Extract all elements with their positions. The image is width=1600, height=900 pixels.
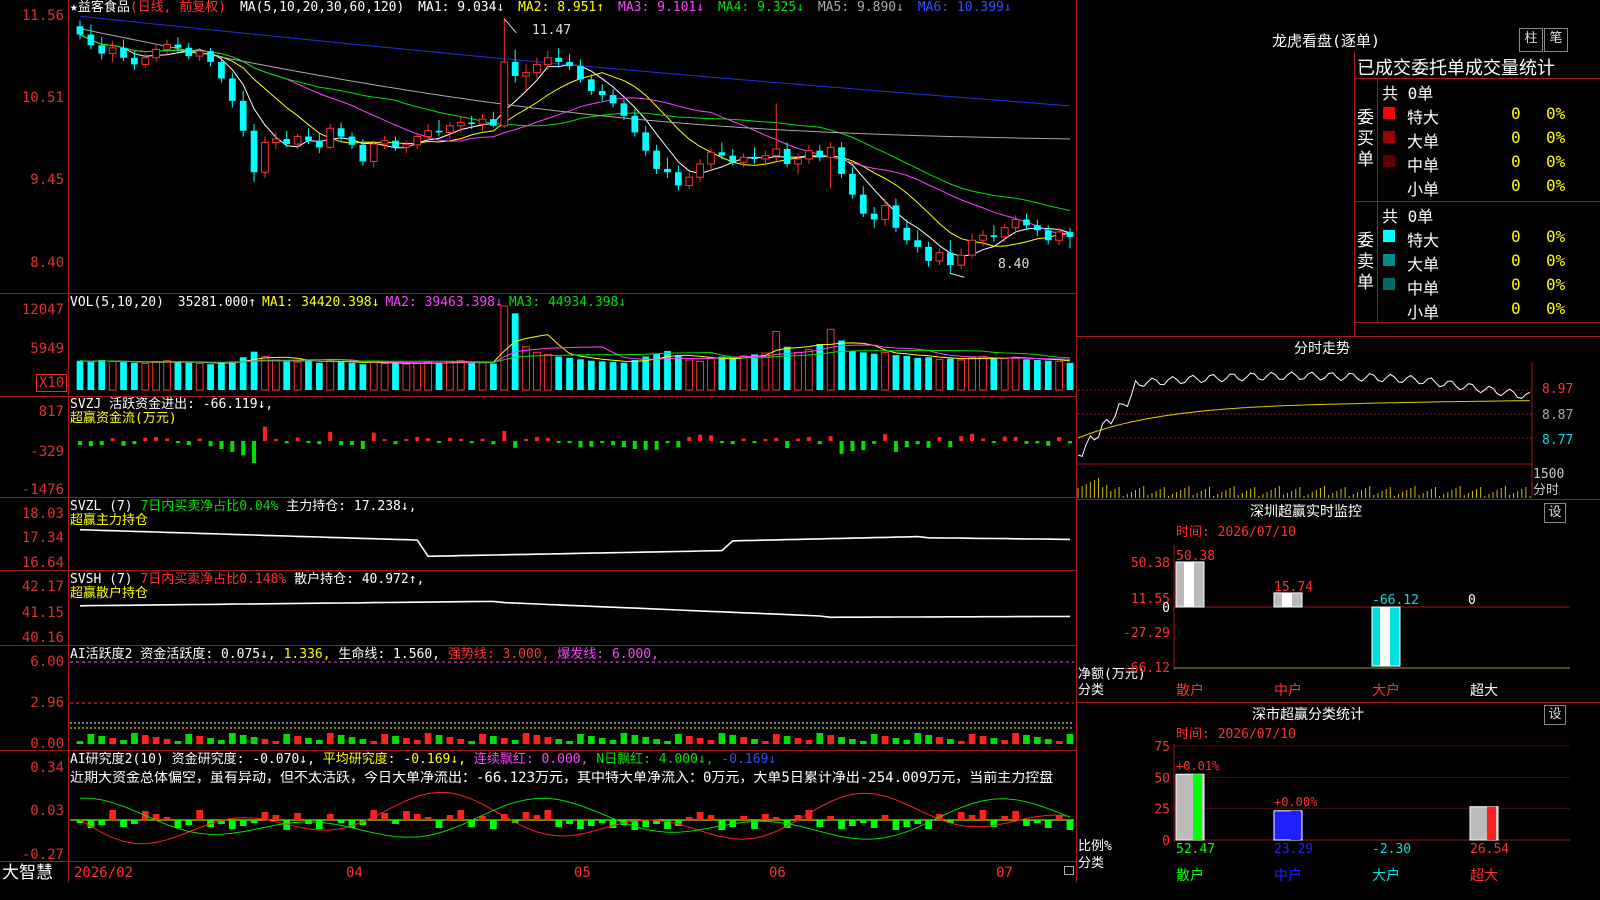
class-chart: 75 50 25 0 52.47 散户 23.29 中户 -2.30 大户 26.54 超大 +0.01… xyxy=(1154,740,1570,884)
class-category: 超大 xyxy=(1470,868,1498,884)
class-change-label: +0.00% xyxy=(1274,795,1318,809)
class-category: 散户 xyxy=(1176,867,1204,884)
class-bar-accent xyxy=(1487,806,1496,840)
class-change-label: +0.01% xyxy=(1176,759,1220,773)
class-value-label: 52.47 xyxy=(1176,842,1215,857)
class-category: 大户 xyxy=(1372,867,1400,884)
class-value-label: 26.54 xyxy=(1470,842,1509,857)
class-category: 中户 xyxy=(1274,867,1302,884)
class-value-label: -2.30 xyxy=(1372,842,1411,857)
class-bar-accent xyxy=(1291,810,1300,840)
class-tick: 75 xyxy=(1154,740,1170,755)
class-tick: 0 xyxy=(1162,834,1170,849)
class-value-label: 23.29 xyxy=(1274,842,1313,857)
class-bar-accent xyxy=(1193,774,1202,840)
class-tick: 50 xyxy=(1154,771,1170,786)
class-tick: 25 xyxy=(1154,803,1170,818)
